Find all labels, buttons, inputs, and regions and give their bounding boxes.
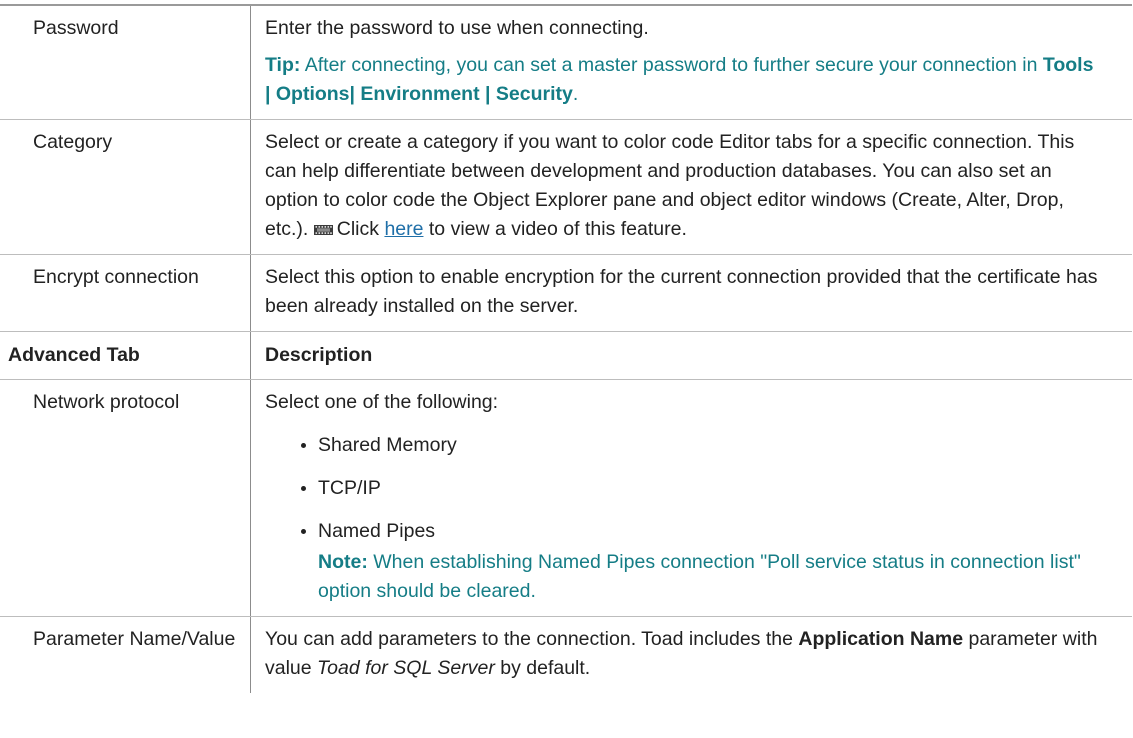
password-tip: Tip: After connecting, you can set a mas… (265, 51, 1102, 109)
tip-text: After connecting, you can set a master p… (300, 54, 1043, 76)
header-description: Description (265, 344, 373, 366)
param-italic-value: Toad for SQL Server (317, 657, 495, 679)
param-text-3: by default. (494, 657, 591, 679)
password-description: Enter the password to use when connectin… (265, 17, 649, 39)
network-intro: Select one of the following: (265, 391, 499, 413)
param-text-1: You can add parameters to the connection… (265, 628, 799, 650)
after-link-text: to view a video of this feature. (423, 218, 687, 240)
named-pipes-note: Note: When establishing Named Pipes conn… (318, 548, 1102, 606)
parameter-description: You can add parameters to the connection… (265, 625, 1102, 683)
tip-end: . (572, 83, 579, 105)
list-item: TCP/IP (301, 474, 1102, 503)
bullet-icon (301, 486, 306, 491)
list-item: Named Pipes Note: When establishing Name… (301, 517, 1102, 606)
table-row-network-protocol: Network protocol Select one of the follo… (0, 379, 1132, 617)
video-link[interactable]: here (384, 218, 423, 240)
row-label-parameter: Parameter Name/Value (33, 628, 236, 650)
header-advanced-tab: Advanced Tab (8, 344, 140, 366)
table-row-password: Password Enter the password to use when … (0, 6, 1132, 120)
document-page: Password Enter the password to use when … (0, 0, 1133, 738)
row-label-network-protocol: Network protocol (33, 391, 180, 413)
bullet-icon (301, 529, 306, 534)
protocol-option: TCP/IP (318, 477, 381, 499)
row-label-password: Password (33, 17, 119, 39)
video-icon (313, 216, 333, 235)
note-label: Note: (318, 551, 368, 573)
protocol-list: Shared Memory TCP/IP Named Pipes Note: W… (265, 431, 1102, 606)
param-bold-app-name: Application Name (798, 628, 964, 650)
bullet-icon (301, 443, 306, 448)
click-text: Click (336, 218, 385, 240)
list-item: Shared Memory (301, 431, 1102, 460)
table-row-encrypt: Encrypt connection Select this option to… (0, 254, 1132, 332)
table-row-category: Category Select or create a category if … (0, 119, 1132, 255)
row-label-category: Category (33, 131, 113, 153)
protocol-option: Shared Memory (318, 434, 457, 456)
note-text: When establishing Named Pipes connection… (318, 551, 1081, 602)
protocol-option: Named Pipes (318, 520, 436, 542)
table-row-parameter: Parameter Name/Value You can add paramet… (0, 616, 1132, 693)
connection-options-table: Password Enter the password to use when … (0, 6, 1132, 693)
tip-label: Tip: (265, 54, 301, 76)
table-header-advanced: Advanced Tab Description (0, 331, 1132, 380)
category-description: Select or create a category if you want … (265, 128, 1102, 244)
row-label-encrypt: Encrypt connection (33, 266, 199, 288)
encrypt-description: Select this option to enable encryption … (265, 266, 1098, 317)
